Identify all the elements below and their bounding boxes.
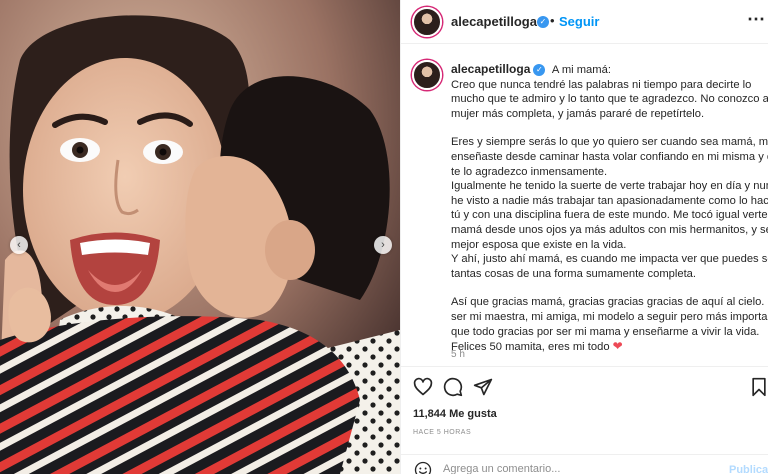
caption-line: Y ahí, justo ahí mamá, es cuando me impa… [451, 253, 768, 266]
paper-plane-icon[interactable] [473, 377, 493, 397]
bookmark-icon[interactable] [749, 377, 768, 397]
next-photo-button[interactable]: › [374, 236, 392, 254]
caption-line: que todo gracias por ser mi mama y enseñ… [451, 325, 760, 338]
avatar[interactable] [412, 7, 442, 37]
caption-line: A mi mamá: [551, 64, 611, 76]
previous-photo-button[interactable]: ‹ [10, 236, 28, 254]
caption-line: te lo agradezco inmensamente. [451, 165, 608, 178]
header-username[interactable]: alecapetilloga [451, 14, 537, 29]
caption-line: he visto a nadie más trabajar tan apasio… [451, 194, 768, 207]
post-date: HACE 5 HORAS [413, 429, 472, 436]
caption-line: enseñaste desde caminar hasta volar conf… [451, 150, 768, 163]
likes-count[interactable]: 11,844 Me gusta [413, 408, 497, 420]
caption-line: mucho que te admiro y lo tanto que te ag… [451, 93, 768, 106]
caption-line: Felices 50 mamita, eres mi todo [451, 341, 610, 354]
caption-paragraph: Así que gracias mamá, gracias gracias gr… [451, 295, 768, 354]
caption-line: Eres y siempre serás lo que yo quiero se… [451, 136, 768, 149]
caption-text: alecapetilloga ✓ A mi mamá: Creo que nunc… [451, 62, 768, 355]
caption-line: tantas cosas de una forma sumamente comp… [451, 267, 697, 280]
caption-username[interactable]: alecapetilloga [451, 62, 530, 76]
caption-line: tú y con una disciplina fuera de este mu… [451, 209, 768, 222]
more-options-icon[interactable]: ⋯ [747, 9, 766, 30]
caption-avatar[interactable] [412, 60, 442, 90]
caption-line: ser mi maestra, mi amiga, mi modelo a se… [451, 310, 768, 323]
publish-button[interactable]: Publicar [729, 464, 768, 474]
red-heart-emoji-icon: ❤ [612, 339, 623, 354]
photo-illustration [0, 0, 400, 474]
post-header: alecapetilloga ✓ • Seguir ⋯ [401, 0, 768, 44]
comment-input[interactable] [443, 463, 703, 474]
post-photo: ‹ › [0, 0, 400, 474]
caption-line: Creo que nunca tendré las palabras ni ti… [451, 78, 752, 91]
follow-button[interactable]: Seguir [559, 14, 599, 29]
caption-line: mujer más completa, y jamás pararé de re… [451, 107, 705, 120]
heart-icon[interactable] [413, 377, 433, 397]
verified-badge-icon: ✓ [537, 16, 549, 28]
caption-area: alecapetilloga ✓ A mi mamá: Creo que nunc… [401, 44, 768, 366]
caption-line: Así que gracias mamá, gracias gracias gr… [451, 296, 768, 309]
verified-badge-icon: ✓ [533, 64, 546, 76]
caption-timestamp[interactable]: 5 h [451, 349, 465, 360]
caption-line: Igualmente he tenido la suerte de verte … [451, 180, 768, 193]
comment-icon[interactable] [443, 377, 463, 397]
separator-dot: • [550, 13, 555, 28]
caption-line: mamá desde unos ojos ya más adultos con … [451, 223, 768, 236]
caption-paragraph: Eres y siempre serás lo que yo quiero se… [451, 135, 768, 281]
comment-bar: Publicar [401, 454, 768, 474]
caption-paragraph: alecapetilloga ✓ A mi mamá: Creo que nunc… [451, 62, 768, 121]
post-details-panel: alecapetilloga ✓ • Seguir ⋯ alecapetillo… [400, 0, 768, 474]
emoji-icon[interactable] [414, 461, 432, 474]
caption-line: mejor esposa que existe en la vida. [451, 238, 627, 251]
